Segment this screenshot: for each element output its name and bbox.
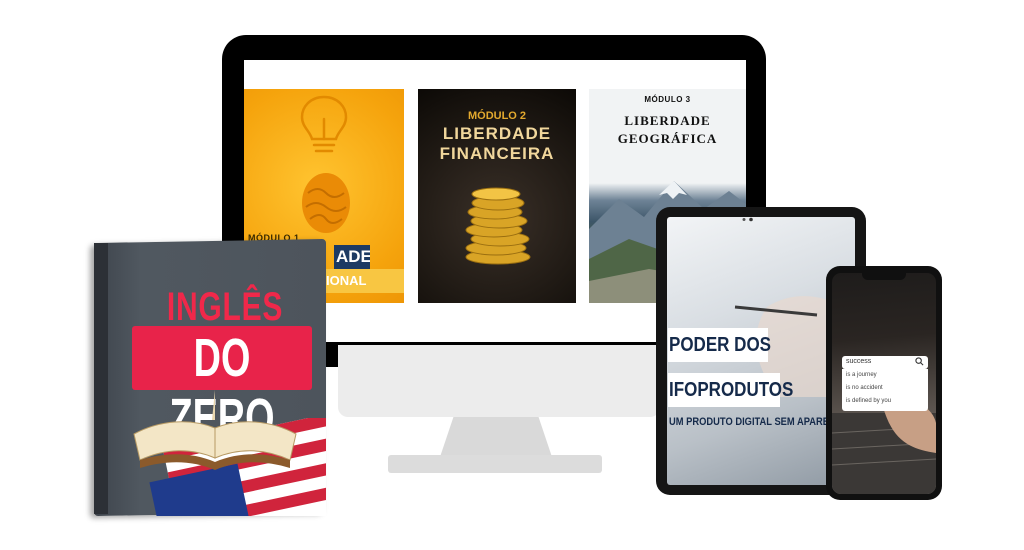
module-3-title-line2: GEOGRÁFICA xyxy=(617,131,718,146)
module-3-title-line1: LIBERDADE xyxy=(624,113,711,128)
search-icon[interactable] xyxy=(915,357,924,368)
module-2-label: MÓDULO 2 xyxy=(467,110,527,122)
open-book-icon xyxy=(133,390,297,470)
module-3-label: MÓDULO 3 xyxy=(644,95,691,104)
module-1-subtitle-tag: IONAL xyxy=(326,269,404,293)
phone-suggestion-item[interactable]: is a journey xyxy=(846,372,877,378)
module-2-card[interactable]: MÓDULO 2 LIBERDADE FINANCEIRA xyxy=(418,89,576,303)
phone-suggestion-item[interactable]: is defined by you xyxy=(846,398,891,404)
tablet-camera xyxy=(741,209,761,222)
gold-coins-icon xyxy=(465,187,531,265)
module-2-title-line2: FINANCEIRA xyxy=(439,144,555,163)
monitor-stand xyxy=(440,417,552,457)
phone-suggestion-item[interactable]: is no accident xyxy=(846,385,883,391)
tablet-title-line2: IFOPRODUTOS xyxy=(669,379,794,401)
tablet-title-line1: PODER DOS xyxy=(669,334,772,356)
monitor-base xyxy=(388,455,602,473)
ebook-spine xyxy=(94,243,108,514)
tablet-subtitle: UM PRODUTO DIGITAL SEM APARECER xyxy=(669,416,849,428)
module-1-title-tag: ADE xyxy=(334,245,370,269)
ebook-title-line1: INGLÊS xyxy=(166,285,284,329)
lightbulb-brain-icon xyxy=(300,95,350,233)
phone-search-value: success xyxy=(846,358,872,365)
monitor-chin xyxy=(338,345,660,417)
phone-notch xyxy=(862,273,906,280)
module-2-title-line1: LIBERDADE xyxy=(442,124,552,143)
